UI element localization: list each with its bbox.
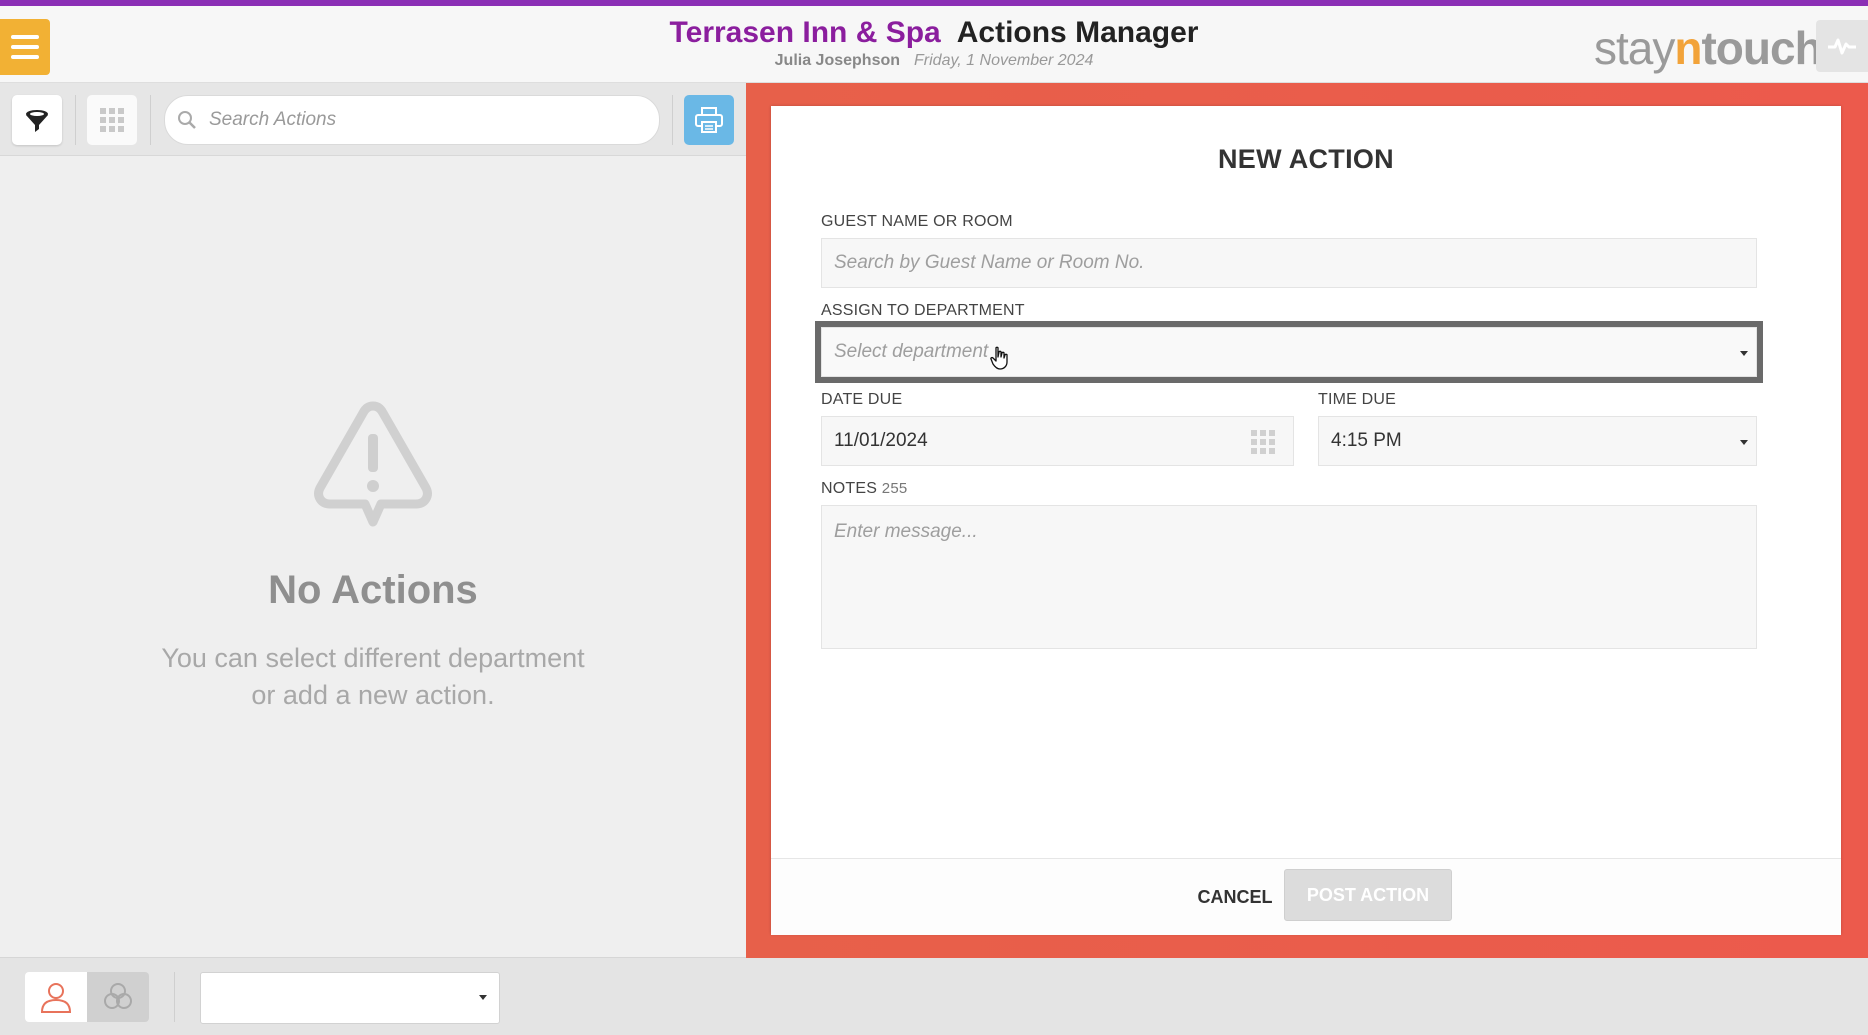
print-icon bbox=[695, 107, 723, 133]
search-icon bbox=[178, 111, 196, 129]
time-due-select[interactable]: 4:15 PM bbox=[1318, 416, 1757, 466]
modal-footer: CANCEL POST ACTION bbox=[771, 858, 1841, 935]
department-filter-select[interactable] bbox=[200, 972, 500, 1024]
hand-cursor-icon bbox=[990, 346, 1008, 370]
page-title: Actions Manager bbox=[956, 16, 1199, 49]
chevron-down-icon bbox=[1740, 351, 1748, 356]
guest-label: GUEST NAME OR ROOM bbox=[821, 213, 1013, 230]
actions-toolbar bbox=[0, 83, 746, 156]
app-header: Terrasen Inn & Spa Actions Manager Julia … bbox=[0, 6, 1868, 83]
time-due-label: TIME DUE bbox=[1318, 391, 1397, 408]
grid-view-button[interactable] bbox=[87, 95, 137, 145]
cancel-button[interactable]: CANCEL bbox=[1185, 875, 1285, 919]
header-title-block: Terrasen Inn & Spa Actions Manager Julia … bbox=[0, 16, 1868, 71]
search-input[interactable] bbox=[207, 108, 631, 132]
business-date: Friday, 1 November 2024 bbox=[914, 52, 1094, 69]
notes-label: NOTES 255 bbox=[821, 480, 908, 497]
print-button[interactable] bbox=[684, 95, 734, 145]
empty-state-message: You can select different department or a… bbox=[161, 643, 585, 710]
user-name: Julia Josephson bbox=[774, 52, 901, 69]
team-icon bbox=[104, 983, 132, 1009]
bottom-bar bbox=[0, 957, 1868, 1035]
search-actions bbox=[164, 95, 660, 145]
actions-list-panel bbox=[0, 156, 746, 957]
pulse-icon bbox=[1828, 38, 1856, 55]
guest-search-field[interactable]: Search by Guest Name or Room No. bbox=[821, 238, 1757, 288]
stayntouch-logo: stayntouch bbox=[1594, 22, 1823, 74]
chevron-down-icon bbox=[1740, 440, 1748, 445]
department-select[interactable]: Select department bbox=[815, 321, 1763, 383]
notes-char-count: 255 bbox=[881, 480, 908, 497]
user-icon bbox=[40, 983, 72, 1013]
calendar-icon[interactable] bbox=[1250, 429, 1276, 455]
grid-icon bbox=[100, 108, 124, 132]
warning-icon bbox=[314, 401, 432, 527]
my-actions-button[interactable] bbox=[25, 972, 87, 1022]
post-action-button[interactable]: POST ACTION bbox=[1284, 869, 1452, 921]
notes-textarea[interactable]: Enter message... bbox=[821, 505, 1757, 649]
hotel-name: Terrasen Inn & Spa bbox=[669, 16, 941, 49]
department-label: ASSIGN TO DEPARTMENT bbox=[821, 302, 1025, 319]
department-actions-button[interactable] bbox=[87, 972, 149, 1022]
empty-state-title: No Actions bbox=[268, 568, 478, 612]
activity-button[interactable] bbox=[1816, 20, 1868, 72]
date-due-label: DATE DUE bbox=[821, 391, 903, 408]
new-action-modal: NEW ACTION GUEST NAME OR ROOM Search by … bbox=[771, 106, 1841, 935]
modal-title: NEW ACTION bbox=[1218, 144, 1394, 174]
filter-icon bbox=[26, 110, 48, 132]
date-due-field[interactable]: 11/01/2024 bbox=[821, 416, 1294, 466]
chevron-down-icon bbox=[479, 995, 487, 1000]
filter-button[interactable] bbox=[12, 95, 62, 145]
